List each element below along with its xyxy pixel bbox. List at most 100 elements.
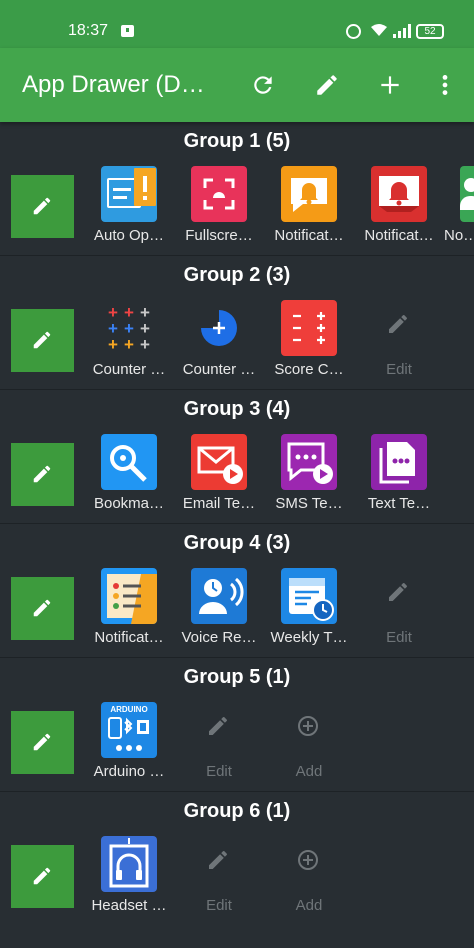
app-label: Arduino …: [93, 763, 165, 780]
status-time: 18:37: [68, 22, 109, 39]
app-label: Text Te…: [367, 495, 431, 512]
add-placeholder-button[interactable]: Add: [264, 702, 354, 792]
counter-grid-icon: + + + + + + + + +: [101, 300, 157, 356]
notification-list-icon: [101, 568, 157, 624]
app-shortcut[interactable]: No…: [444, 166, 474, 256]
group-divider: [0, 389, 474, 390]
group-title: Group 5 (1): [183, 666, 291, 688]
app-label: Bookma…: [93, 495, 165, 512]
pencil-icon: [33, 599, 51, 617]
app-shortcut[interactable]: Notificat…: [264, 166, 354, 256]
pencil-icon: [389, 315, 407, 333]
edit-placeholder-button[interactable]: Edit: [174, 702, 264, 792]
group-title: Group 4 (3): [183, 532, 291, 554]
bookmark-search-icon: [101, 434, 157, 490]
headset-icon: [101, 836, 157, 892]
pencil-icon: [209, 717, 227, 735]
fullscreen-icon: [191, 166, 247, 222]
edit-icon[interactable]: [314, 72, 340, 98]
app-shortcut[interactable]: ARDUINO Arduino …: [84, 702, 174, 792]
app-label: Weekly T…: [270, 629, 348, 646]
pencil-icon: [209, 851, 227, 869]
app-shortcut[interactable]: Bookma…: [84, 434, 174, 524]
group-divider: [0, 255, 474, 256]
text-template-icon: [371, 434, 427, 490]
add-placeholder-button[interactable]: Add: [264, 836, 354, 926]
add-label: Add: [295, 897, 323, 914]
app-shortcut[interactable]: Weekly T…: [264, 568, 354, 658]
message-notification-icon: [121, 25, 134, 37]
app-shortcut[interactable]: Notificat…: [354, 166, 444, 256]
signal-icon: [393, 24, 411, 38]
app-shortcut[interactable]: + + + + + + + + + Counter …: [84, 300, 174, 390]
app-label: Fullscre…: [185, 227, 253, 244]
app-label: Notificat…: [274, 227, 344, 244]
app-label: Email Te…: [182, 495, 256, 512]
app-shortcut[interactable]: Counter …: [174, 300, 264, 390]
edit-group-button[interactable]: [11, 711, 74, 774]
app-label: Score C…: [274, 361, 344, 378]
pencil-icon: [33, 733, 51, 751]
svg-text:+: +: [140, 335, 150, 354]
app-label: Notificat…: [94, 629, 164, 646]
edit-group-button[interactable]: [11, 309, 74, 372]
app-shortcut[interactable]: Text Te…: [354, 434, 444, 524]
alarm-icon: [346, 24, 361, 39]
edit-label: Edit: [206, 897, 232, 914]
notification-alert-icon: [371, 166, 427, 222]
pencil-icon: [33, 197, 51, 215]
edit-group-button[interactable]: [11, 175, 74, 238]
app-label: Counter …: [182, 361, 256, 378]
group-divider: [0, 791, 474, 792]
group-title: Group 6 (1): [183, 800, 291, 822]
app-label: Auto Op…: [93, 227, 165, 244]
add-icon[interactable]: [377, 72, 403, 98]
app-shortcut[interactable]: Headset …: [84, 836, 174, 926]
app-shortcut[interactable]: Auto Op…: [84, 166, 174, 256]
app-shortcut[interactable]: Score C…: [264, 300, 354, 390]
svg-text:+: +: [108, 335, 118, 354]
app-label: No…: [444, 227, 474, 244]
battery-icon: 52: [416, 24, 444, 39]
email-template-icon: [191, 434, 247, 490]
score-counter-icon: [281, 300, 337, 356]
group-title: Group 1 (5): [183, 130, 291, 152]
add-circle-icon: [298, 850, 318, 870]
page-title: App Drawer (D…: [22, 71, 205, 98]
add-label: Add: [295, 763, 323, 780]
counter-pie-icon: [191, 300, 247, 356]
edit-group-button[interactable]: [11, 845, 74, 908]
edit-label: Edit: [206, 763, 232, 780]
app-label: Voice Re…: [181, 629, 257, 646]
edit-placeholder-button[interactable]: Edit: [354, 568, 444, 658]
app-bar: App Drawer (D…: [0, 48, 474, 122]
app-label: Counter …: [92, 361, 166, 378]
app-shortcut[interactable]: SMS Te…: [264, 434, 354, 524]
more-options-icon[interactable]: [432, 72, 458, 98]
pencil-icon: [389, 583, 407, 601]
pencil-icon: [33, 465, 51, 483]
group-divider: [0, 523, 474, 524]
wifi-icon: [371, 24, 387, 36]
app-shortcut[interactable]: Notificat…: [84, 568, 174, 658]
svg-text:+: +: [124, 335, 134, 354]
app-shortcut[interactable]: Email Te…: [174, 434, 264, 524]
weekly-timer-icon: [281, 568, 337, 624]
group-title: Group 3 (4): [183, 398, 291, 420]
notification-person-icon: [460, 166, 474, 222]
edit-placeholder-button[interactable]: Edit: [174, 836, 264, 926]
app-shortcut[interactable]: Voice Re…: [174, 568, 264, 658]
notification-bell-icon: [281, 166, 337, 222]
pencil-icon: [33, 867, 51, 885]
app-shortcut[interactable]: Fullscre…: [174, 166, 264, 256]
status-bar: 18:37 52: [0, 0, 474, 48]
refresh-icon[interactable]: [250, 72, 276, 98]
edit-group-button[interactable]: [11, 443, 74, 506]
add-circle-icon: [298, 716, 318, 736]
group-divider: [0, 657, 474, 658]
voice-reminder-icon: [191, 568, 247, 624]
edit-group-button[interactable]: [11, 577, 74, 640]
edit-placeholder-button[interactable]: Edit: [354, 300, 444, 390]
group-title: Group 2 (3): [183, 264, 291, 286]
app-label: Headset …: [91, 897, 167, 914]
